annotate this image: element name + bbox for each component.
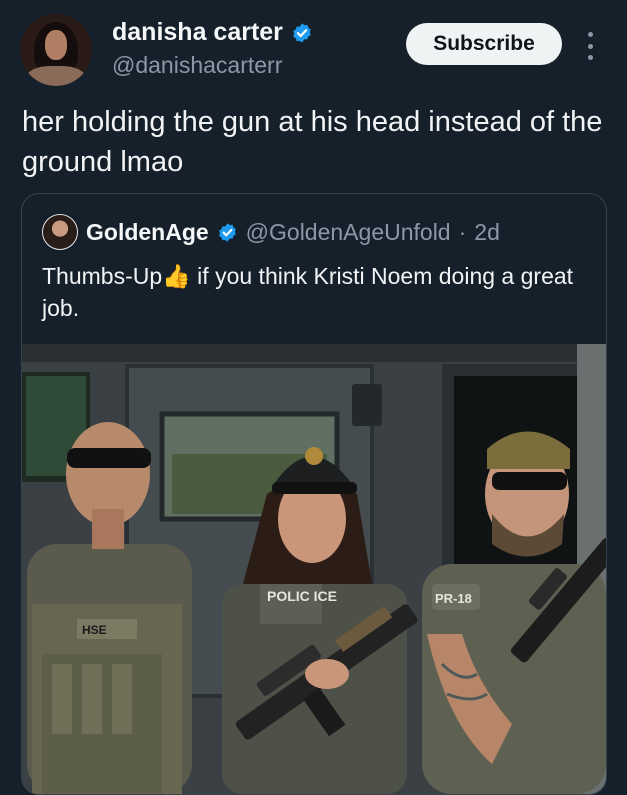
verified-badge-icon	[218, 222, 236, 242]
quoted-separator: ·	[458, 218, 467, 245]
quoted-text-part1: Thumbs-Up	[42, 263, 163, 289]
avatar-body	[26, 66, 86, 86]
tweet-header: danisha carter @danishacarterr Subscribe	[0, 0, 627, 100]
quoted-tweet[interactable]: GoldenAge @GoldenAgeUnfold · 2d Thumbs-U…	[21, 193, 607, 795]
quoted-header: GoldenAge @GoldenAgeUnfold · 2d	[42, 214, 500, 250]
quoted-text: Thumbs-Up👍 if you think Kristi Noem doin…	[42, 260, 602, 324]
more-dot	[587, 32, 593, 37]
author-name-row: danisha carter	[112, 18, 313, 47]
more-vertical-icon[interactable]	[582, 32, 598, 60]
thumbs-up-emoji: 👍	[162, 263, 191, 289]
more-dot	[587, 55, 593, 60]
quoted-display-name[interactable]: GoldenAge	[86, 219, 209, 246]
author-handle[interactable]: @danishacarterr	[112, 52, 282, 79]
verified-badge-icon	[293, 22, 311, 43]
patch-right: PR-18	[435, 591, 472, 606]
avatar-face	[45, 30, 67, 60]
subscribe-button[interactable]: Subscribe	[406, 23, 562, 65]
more-dot	[587, 43, 593, 49]
quoted-avatar[interactable]	[42, 214, 78, 250]
photo-scene: HSE POLIC ICE PR-18	[22, 344, 606, 794]
quoted-handle[interactable]: @GoldenAgeUnfold	[246, 219, 451, 246]
vest-label-left: HSE	[82, 623, 107, 637]
tweet-text: her holding the gun at his head instead …	[22, 106, 603, 178]
author-display-name[interactable]: danisha carter	[112, 18, 283, 47]
quoted-time[interactable]: 2d	[474, 219, 500, 246]
quoted-media-photo[interactable]: HSE POLIC ICE PR-18	[22, 344, 606, 794]
author-avatar[interactable]	[20, 14, 92, 86]
vest-label-center: POLIC ICE	[267, 588, 337, 604]
